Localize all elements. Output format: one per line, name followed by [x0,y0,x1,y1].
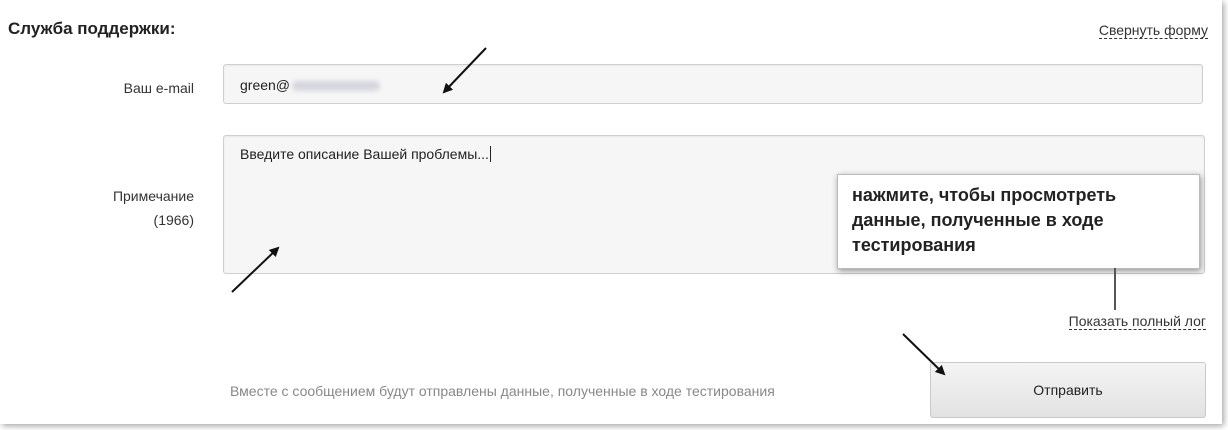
arrow-to-email-icon [442,47,487,94]
arrow-to-note-icon [231,246,280,293]
arrow-to-send-icon [902,333,946,376]
annotation-arrows [231,47,946,376]
